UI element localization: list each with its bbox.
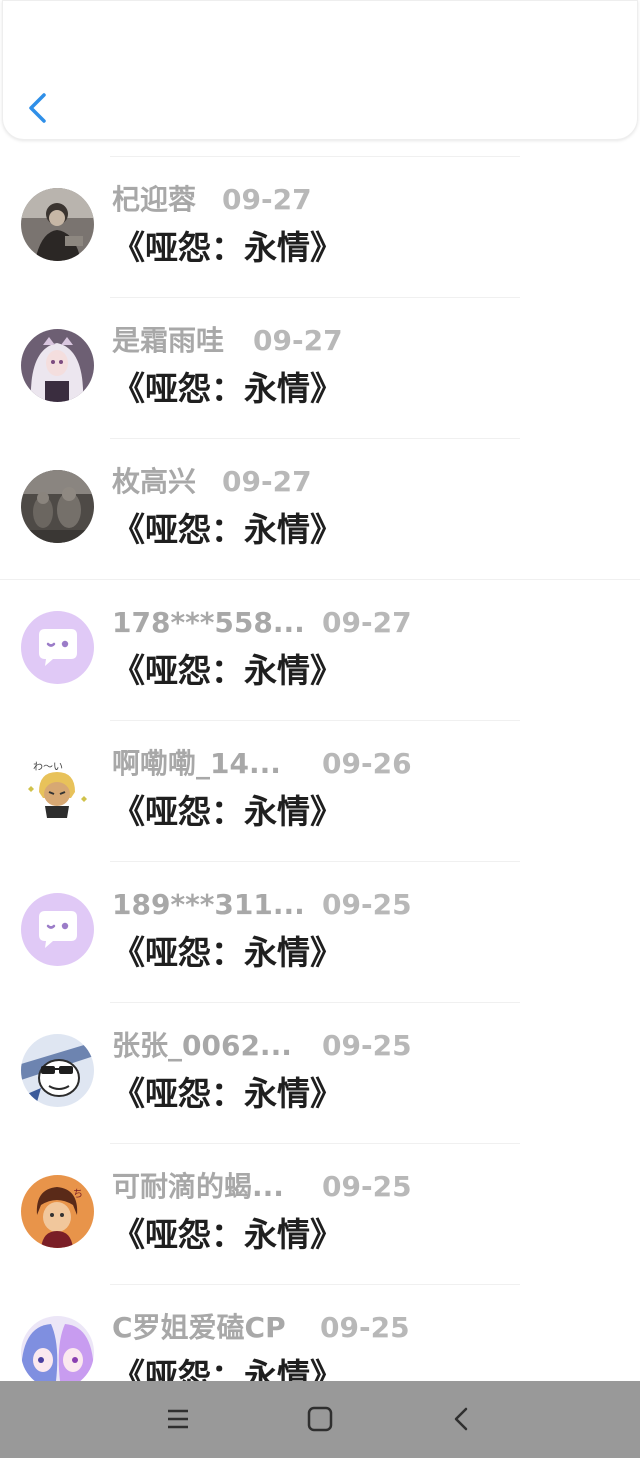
avatar[interactable] [21, 893, 94, 966]
user-name: 杞迎蓉 [112, 183, 197, 216]
avatar[interactable] [21, 1316, 94, 1381]
list-item[interactable]: 枚高兴 09-27 《哑怨：永情》 [0, 438, 640, 579]
chat-bubble-icon [21, 611, 94, 684]
user-name: 178***558... [112, 606, 305, 639]
list-item[interactable]: わ〜い 啊嘞嘞_14... 09-26 《哑怨：永情》 [0, 720, 640, 861]
divider [110, 156, 520, 157]
chevron-left-icon [29, 93, 46, 123]
divider [0, 579, 640, 580]
back-button[interactable] [17, 85, 57, 131]
list-item[interactable]: 178***558... 09-27 《哑怨：永情》 [0, 579, 640, 720]
avatar[interactable]: わ〜い [21, 752, 94, 825]
list-item[interactable]: C罗姐爱磕CP 09-25 《哑怨：永情》 [0, 1284, 640, 1381]
user-name: 可耐滴的蝎... [112, 1170, 284, 1203]
avatar[interactable] [21, 329, 94, 402]
header-bar [2, 0, 638, 140]
svg-text:ち: ち [73, 1188, 83, 1200]
user-name: 啊嘞嘞_14... [112, 747, 281, 780]
avatar[interactable]: ち [21, 1175, 94, 1248]
back-triangle-icon [454, 1407, 468, 1431]
read-date: 09-25 [322, 888, 412, 921]
book-title: 《哑怨：永情》 [112, 792, 343, 831]
divider [110, 1143, 520, 1144]
book-title: 《哑怨：永情》 [112, 1215, 343, 1254]
menu-button[interactable] [156, 1399, 200, 1439]
system-nav-bar [0, 1381, 640, 1458]
avatar[interactable] [21, 611, 94, 684]
user-name: 189***311... [112, 888, 305, 921]
user-name: C罗姐爱磕CP [112, 1311, 286, 1344]
divider [110, 297, 520, 298]
divider [110, 720, 520, 721]
avatar[interactable] [21, 1034, 94, 1107]
chat-bubble-icon [21, 893, 94, 966]
list-item[interactable]: 杞迎蓉 09-27 《哑怨：永情》 [0, 156, 640, 297]
read-date: 09-27 [222, 465, 312, 498]
avatar[interactable] [21, 188, 94, 261]
avatar[interactable] [21, 470, 94, 543]
book-title: 《哑怨：永情》 [112, 1074, 343, 1113]
read-date: 09-26 [322, 747, 412, 780]
divider [110, 1284, 520, 1285]
home-square-icon [307, 1406, 333, 1432]
book-title: 《哑怨：永情》 [112, 369, 343, 408]
book-title: 《哑怨：永情》 [112, 228, 343, 267]
list-item[interactable]: 张张_0062... 09-25 《哑怨：永情》 [0, 1002, 640, 1143]
read-date: 09-25 [320, 1311, 410, 1344]
divider [110, 861, 520, 862]
user-name: 枚高兴 [112, 465, 197, 498]
list-item[interactable]: ち 可耐滴的蝎... 09-25 《哑怨：永情》 [0, 1143, 640, 1284]
book-title: 《哑怨：永情》 [112, 510, 343, 549]
book-title: 《哑怨：永情》 [112, 651, 343, 690]
user-name: 是霜雨哇 [112, 324, 225, 357]
list-item[interactable]: 189***311... 09-25 《哑怨：永情》 [0, 861, 640, 1002]
read-date: 09-25 [322, 1170, 412, 1203]
divider [110, 1002, 520, 1003]
read-date: 09-27 [322, 606, 412, 639]
divider [110, 438, 520, 439]
user-name: 张张_0062... [112, 1029, 292, 1062]
svg-text:わ〜い: わ〜い [33, 761, 63, 773]
book-title: 《哑怨：永情》 [112, 933, 343, 972]
system-back-button[interactable] [440, 1399, 484, 1439]
menu-icon [168, 1409, 188, 1429]
reader-list: 杞迎蓉 09-27 《哑怨：永情》 是霜雨哇 09-27 《哑怨：永情》 枚高兴… [0, 156, 640, 1381]
read-date: 09-27 [222, 183, 312, 216]
read-date: 09-27 [253, 324, 343, 357]
list-item[interactable]: 是霜雨哇 09-27 《哑怨：永情》 [0, 297, 640, 438]
home-button[interactable] [298, 1399, 342, 1439]
read-date: 09-25 [322, 1029, 412, 1062]
book-title: 《哑怨：永情》 [112, 1356, 343, 1381]
